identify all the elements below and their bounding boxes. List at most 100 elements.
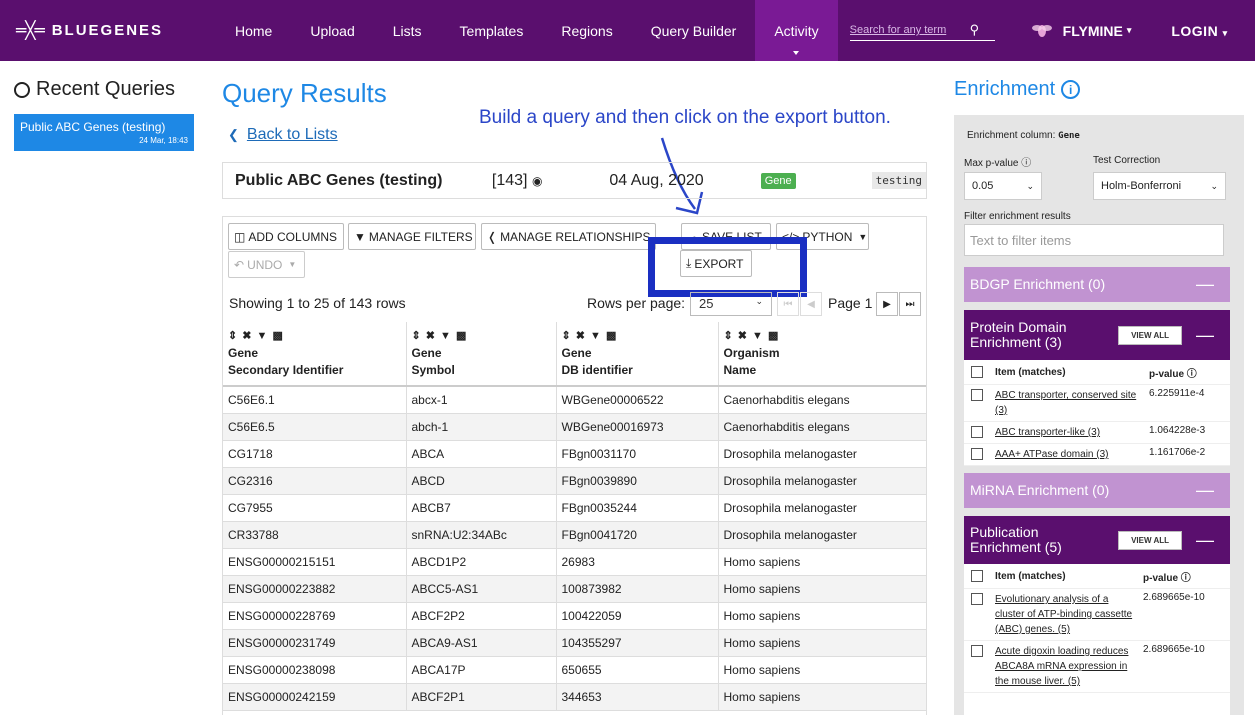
manage-filters-button[interactable]: ▼ MANAGE FILTERS [348, 223, 476, 250]
view-all-button[interactable]: VIEW ALL [1118, 530, 1182, 550]
cell[interactable]: ENSG00000228769 [223, 602, 407, 630]
nav-templates[interactable]: Templates [441, 0, 543, 61]
correction-select[interactable]: Holm-Bonferroni ⌄ [1093, 172, 1226, 200]
cell[interactable]: ABCF2P1 [406, 683, 557, 711]
cell[interactable]: FBgn0041720 [556, 521, 719, 549]
cell[interactable]: Homo sapiens [718, 602, 926, 630]
cell[interactable]: CG2316 [223, 467, 407, 495]
cell[interactable]: Caenorhabditis elegans [718, 386, 926, 414]
nav-regions[interactable]: Regions [542, 0, 631, 61]
row-checkbox[interactable] [971, 645, 983, 657]
nav-upload[interactable]: Upload [291, 0, 373, 61]
row-checkbox[interactable] [971, 448, 983, 460]
cell[interactable]: FBgn0031170 [556, 440, 719, 468]
cell[interactable]: ABCB7 [406, 494, 557, 522]
cell[interactable]: ABCD1P2 [406, 548, 557, 576]
cell[interactable]: 26983 [556, 548, 719, 576]
cell[interactable]: Homo sapiens [718, 656, 926, 684]
cell[interactable]: CG7955 [223, 494, 407, 522]
column-tools-icon[interactable]: ⇕ ✖ ▼ ▩ [228, 328, 401, 345]
prev-page-button[interactable]: ◀ [800, 292, 822, 316]
enrichment-item-link[interactable]: ABC transporter-like (3) [995, 425, 1139, 440]
manage-relationships-button[interactable]: ❬ MANAGE RELATIONSHIPS [481, 223, 656, 250]
cell[interactable]: ENSG00000238098 [223, 656, 407, 684]
select-all-checkbox[interactable] [971, 570, 983, 582]
column-tools-icon[interactable]: ⇕ ✖ ▼ ▩ [562, 328, 713, 345]
info-icon[interactable]: i [1061, 80, 1081, 99]
row-checkbox[interactable] [971, 593, 983, 605]
cell[interactable]: Drosophila melanogaster [718, 521, 926, 549]
enrichment-item-link[interactable]: Acute digoxin loading reduces ABCA8A mRN… [995, 644, 1133, 689]
cell[interactable]: Homo sapiens [718, 629, 926, 657]
cell[interactable]: C56E6.1 [223, 386, 407, 414]
login-button[interactable]: LOGIN ▾ [1171, 23, 1227, 39]
row-checkbox[interactable] [971, 389, 983, 401]
cell[interactable]: 650655 [556, 656, 719, 684]
search-icon[interactable]: ⚲ [970, 22, 980, 38]
brand[interactable]: ═╳═ BLUEGENES [16, 21, 206, 41]
cell[interactable]: Homo sapiens [718, 683, 926, 711]
mine-selector[interactable]: FLYMINE ▾ [1031, 22, 1131, 40]
enrichment-item-link[interactable]: AAA+ ATPase domain (3) [995, 447, 1139, 462]
add-columns-button[interactable]: ◫ ADD COLUMNS [228, 223, 344, 250]
section-publication[interactable]: Publication Enrichment (5) VIEW ALL — [964, 516, 1230, 564]
cell[interactable]: abch-1 [406, 413, 557, 441]
cell[interactable]: ENSG00000231749 [223, 629, 407, 657]
cell[interactable]: ABCA9-AS1 [406, 629, 557, 657]
cell[interactable]: ABCF2P2 [406, 602, 557, 630]
cell[interactable]: 344653 [556, 683, 719, 711]
column-tools-icon[interactable]: ⇕ ✖ ▼ ▩ [724, 328, 922, 345]
list-tag[interactable]: testing [871, 172, 926, 189]
column-header[interactable]: ⇕ ✖ ▼ ▩ Gene Symbol [406, 322, 557, 387]
cell[interactable]: ENSG00000223882 [223, 575, 407, 603]
back-to-lists-link[interactable]: ❮ Back to Lists [228, 126, 338, 144]
collapse-icon[interactable]: — [1196, 325, 1214, 346]
section-bdgp[interactable]: BDGP Enrichment (0) — [964, 267, 1230, 302]
nav-home[interactable]: Home [216, 0, 291, 61]
cell[interactable]: ABCD [406, 467, 557, 495]
column-header[interactable]: ⇕ ✖ ▼ ▩ Gene Secondary Identifier [223, 322, 407, 387]
cell[interactable]: Drosophila melanogaster [718, 494, 926, 522]
next-page-button[interactable]: ▶ [876, 292, 898, 316]
filter-input[interactable]: Text to filter items [964, 224, 1224, 256]
collapse-icon[interactable]: — [1196, 480, 1214, 501]
nav-query-builder[interactable]: Query Builder [632, 0, 756, 61]
cell[interactable]: WBGene00006522 [556, 386, 719, 414]
section-protein-domain[interactable]: Protein Domain Enrichment (3) VIEW ALL — [964, 310, 1230, 360]
view-all-button[interactable]: VIEW ALL [1118, 325, 1182, 345]
first-page-button[interactable]: ⏮ [777, 292, 799, 316]
cell[interactable]: Drosophila melanogaster [718, 440, 926, 468]
max-p-select[interactable]: 0.05 ⌄ [964, 172, 1042, 200]
undo-button[interactable]: ↶ UNDO ▼ [228, 251, 305, 278]
cell[interactable]: abcx-1 [406, 386, 557, 414]
cell[interactable]: ABCC5-AS1 [406, 575, 557, 603]
cell[interactable]: 100422059 [556, 602, 719, 630]
section-mirna[interactable]: MiRNA Enrichment (0) — [964, 473, 1230, 508]
nav-lists[interactable]: Lists [374, 0, 441, 61]
column-header[interactable]: ⇕ ✖ ▼ ▩ Gene DB identifier [556, 322, 719, 387]
nav-activity[interactable]: Activity [755, 0, 838, 61]
enrichment-item-link[interactable]: ABC transporter, conserved site (3) [995, 388, 1139, 418]
enrichment-item-link[interactable]: Evolutionary analysis of a cluster of AT… [995, 592, 1133, 637]
collapse-icon[interactable]: — [1196, 274, 1214, 295]
last-page-button[interactable]: ⏭ [899, 292, 921, 316]
cell[interactable]: ABCA17P [406, 656, 557, 684]
collapse-icon[interactable]: — [1196, 530, 1214, 551]
recent-query-item[interactable]: Public ABC Genes (testing) 24 Mar, 18:43 [14, 114, 194, 151]
cell[interactable]: C56E6.5 [223, 413, 407, 441]
cell[interactable]: CR33788 [223, 521, 407, 549]
cell[interactable]: ABCA [406, 440, 557, 468]
cell[interactable]: Homo sapiens [718, 575, 926, 603]
select-all-checkbox[interactable] [971, 366, 983, 378]
cell[interactable]: Drosophila melanogaster [718, 467, 926, 495]
cell[interactable]: snRNA:U2:34ABc [406, 521, 557, 549]
cell[interactable]: FBgn0035244 [556, 494, 719, 522]
help-icon[interactable]: ⓘ [1021, 158, 1031, 169]
cell[interactable]: 104355297 [556, 629, 719, 657]
cell[interactable]: ENSG00000215151 [223, 548, 407, 576]
cell[interactable]: CG1718 [223, 440, 407, 468]
rows-per-page-select[interactable]: 25 ⌄ [690, 292, 772, 316]
cell[interactable]: Homo sapiens [718, 548, 926, 576]
search-input[interactable] [849, 24, 970, 36]
cell[interactable]: Caenorhabditis elegans [718, 413, 926, 441]
